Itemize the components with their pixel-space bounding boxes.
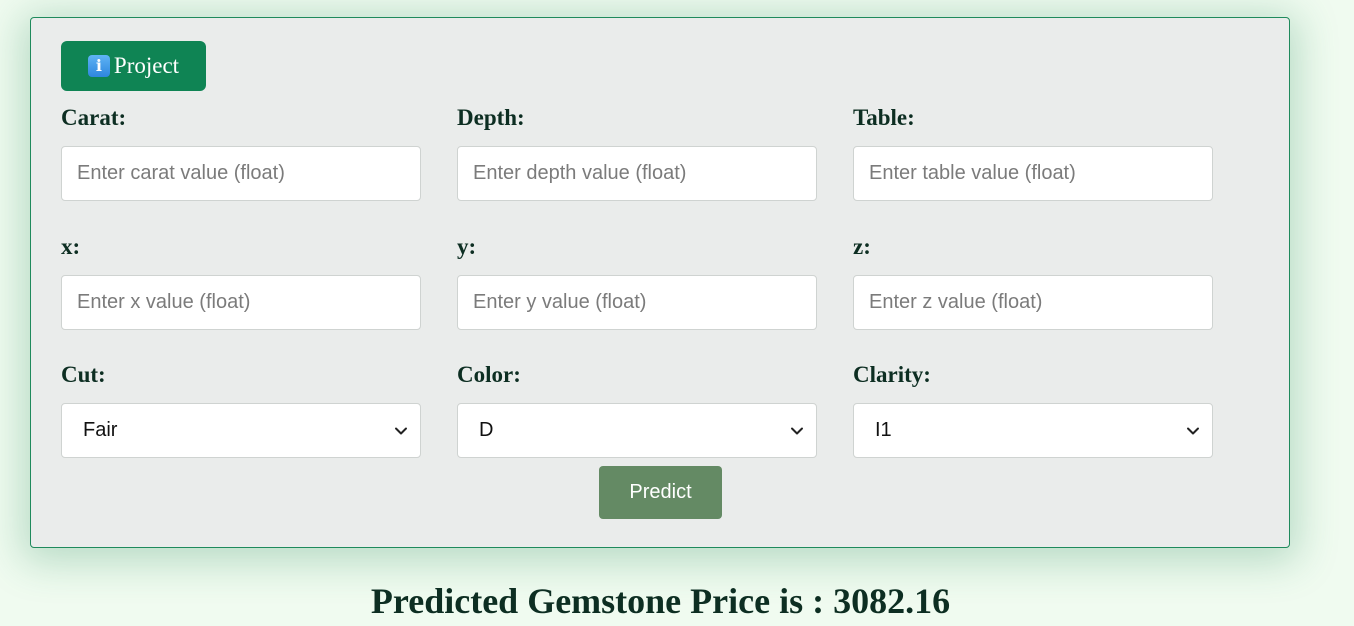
clarity-field-group: Clarity: I1 [853, 362, 1213, 458]
project-button[interactable]: i Project [61, 41, 206, 91]
chevron-down-icon [791, 427, 803, 434]
depth-field-group: Depth: [457, 105, 817, 201]
x-input[interactable] [61, 275, 421, 330]
predict-button[interactable]: Predict [599, 466, 722, 519]
y-input[interactable] [457, 275, 817, 330]
carat-label: Carat: [61, 105, 127, 130]
z-label: z: [853, 234, 871, 259]
clarity-select[interactable]: I1 [853, 403, 1213, 458]
project-button-label: Project [113, 53, 180, 78]
z-field-group: z: [853, 234, 1213, 330]
carat-input[interactable] [61, 146, 421, 201]
color-field-group: Color: D [457, 362, 817, 458]
color-selected-value: D [479, 419, 494, 441]
y-label: y: [457, 234, 477, 259]
color-label: Color: [457, 362, 521, 387]
x-label: x: [61, 234, 81, 259]
table-label: Table: [853, 105, 915, 130]
color-select[interactable]: D [457, 403, 817, 458]
z-input[interactable] [853, 275, 1213, 330]
cut-selected-value: Fair [83, 419, 118, 441]
carat-field-group: Carat: [61, 105, 421, 201]
table-input[interactable] [853, 146, 1213, 201]
table-field-group: Table: [853, 105, 1213, 201]
y-field-group: y: [457, 234, 817, 330]
x-field-group: x: [61, 234, 421, 330]
cut-field-group: Cut: Fair [61, 362, 421, 458]
predicted-price-result: Predicted Gemstone Price is : 3082.16 [370, 581, 951, 621]
cut-select[interactable]: Fair [61, 403, 421, 458]
clarity-selected-value: I1 [875, 419, 892, 441]
cut-label: Cut: [61, 362, 106, 387]
depth-label: Depth: [457, 105, 525, 130]
info-icon: i [87, 55, 110, 77]
prediction-form-card: i Project Carat: Depth: Table: x: y: z: … [30, 17, 1290, 548]
chevron-down-icon [395, 427, 407, 434]
depth-input[interactable] [457, 146, 817, 201]
chevron-down-icon [1187, 427, 1199, 434]
clarity-label: Clarity: [853, 362, 931, 387]
